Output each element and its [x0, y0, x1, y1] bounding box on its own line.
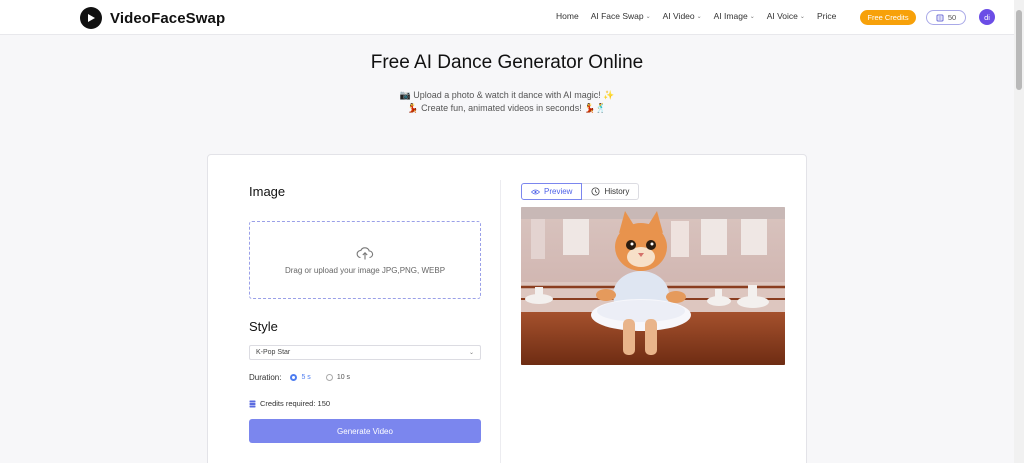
duration-option-10s-label[interactable]: 10 s: [337, 374, 350, 381]
tab-preview[interactable]: Preview: [521, 183, 583, 200]
card-divider: [500, 180, 501, 463]
nav-ai-image-label: AI Image: [713, 11, 748, 21]
page-title: Free AI Dance Generator Online: [370, 52, 644, 73]
preview-tabs: Preview History: [521, 183, 640, 200]
nav-ai-video[interactable]: AI Video ⌄: [663, 11, 702, 21]
cloud-upload-icon: [356, 246, 374, 259]
logo-icon: [80, 7, 102, 29]
free-credits-button[interactable]: Free Credits: [860, 10, 916, 25]
image-upload-dropzone[interactable]: Drag or upload your image JPG,PNG, WEBP: [249, 221, 481, 299]
credits-balance-button[interactable]: 50: [926, 10, 966, 25]
chevron-down-icon: ⌄: [799, 13, 805, 20]
chevron-down-icon: ⌄: [468, 350, 474, 356]
history-icon: [591, 187, 600, 196]
avatar[interactable]: di: [979, 9, 995, 25]
chevron-down-icon: ⌄: [696, 13, 702, 20]
nav-ai-image[interactable]: AI Image ⌄: [714, 11, 755, 21]
credits-required: Credits required: 150: [249, 399, 330, 408]
subtitle-line-1: 📷 Upload a photo & watch it dance with A…: [399, 90, 615, 100]
duration-label: Duration:: [249, 373, 282, 382]
image-section-label: Image: [249, 184, 286, 199]
scrollbar[interactable]: [1014, 0, 1024, 463]
chevron-down-icon: ⌄: [749, 13, 755, 20]
main-nav: Home AI Face Swap ⌄ AI Video ⌄ AI Image ⌄ A…: [556, 11, 848, 21]
style-select[interactable]: K-Pop Star ⌄: [249, 345, 481, 360]
logo[interactable]: VideoFaceSwap: [80, 7, 225, 29]
nav-ai-voice-label: AI Voice: [766, 11, 798, 21]
subtitle-line-2: 💃 Create fun, animated videos in seconds…: [407, 103, 607, 113]
duration-group: Duration: 5 s 10 s: [249, 373, 350, 382]
nav-ai-video-label: AI Video: [662, 11, 695, 21]
tab-history-label: History: [604, 187, 630, 196]
logo-text: VideoFaceSwap: [110, 9, 226, 27]
duration-radio-5s[interactable]: [290, 374, 298, 381]
duration-option-5s-label[interactable]: 5 s: [301, 374, 310, 381]
credits-required-text: Credits required: 150: [260, 399, 331, 408]
tab-preview-label: Preview: [544, 187, 573, 196]
scrollbar-thumb[interactable]: [1016, 10, 1022, 90]
chevron-down-icon: ⌄: [645, 13, 651, 20]
nav-ai-voice[interactable]: AI Voice ⌄: [767, 11, 805, 21]
nav-price-label: Price: [816, 11, 837, 21]
credits-icon: [936, 14, 944, 21]
generate-video-button[interactable]: Generate Video: [249, 419, 481, 443]
nav-ai-face-swap[interactable]: AI Face Swap ⌄: [591, 11, 651, 21]
eye-icon: [531, 189, 540, 194]
top-navbar: VideoFaceSwap Home AI Face Swap ⌄ AI Vide…: [0, 0, 1014, 35]
coin-stack-icon: [249, 400, 256, 407]
style-section-label: Style: [249, 319, 278, 334]
credits-count: 50: [947, 13, 957, 22]
duration-radio-10s[interactable]: [325, 374, 333, 381]
nav-price[interactable]: Price: [817, 11, 836, 21]
tab-history[interactable]: History: [582, 183, 640, 200]
preview-image: [521, 207, 785, 365]
style-select-value: K-Pop Star: [256, 349, 291, 356]
upload-hint: Drag or upload your image JPG,PNG, WEBP: [284, 265, 446, 275]
nav-home[interactable]: Home: [556, 11, 579, 21]
nav-ai-face-swap-label: AI Face Swap: [590, 11, 644, 21]
nav-home-label: Home: [556, 11, 579, 21]
